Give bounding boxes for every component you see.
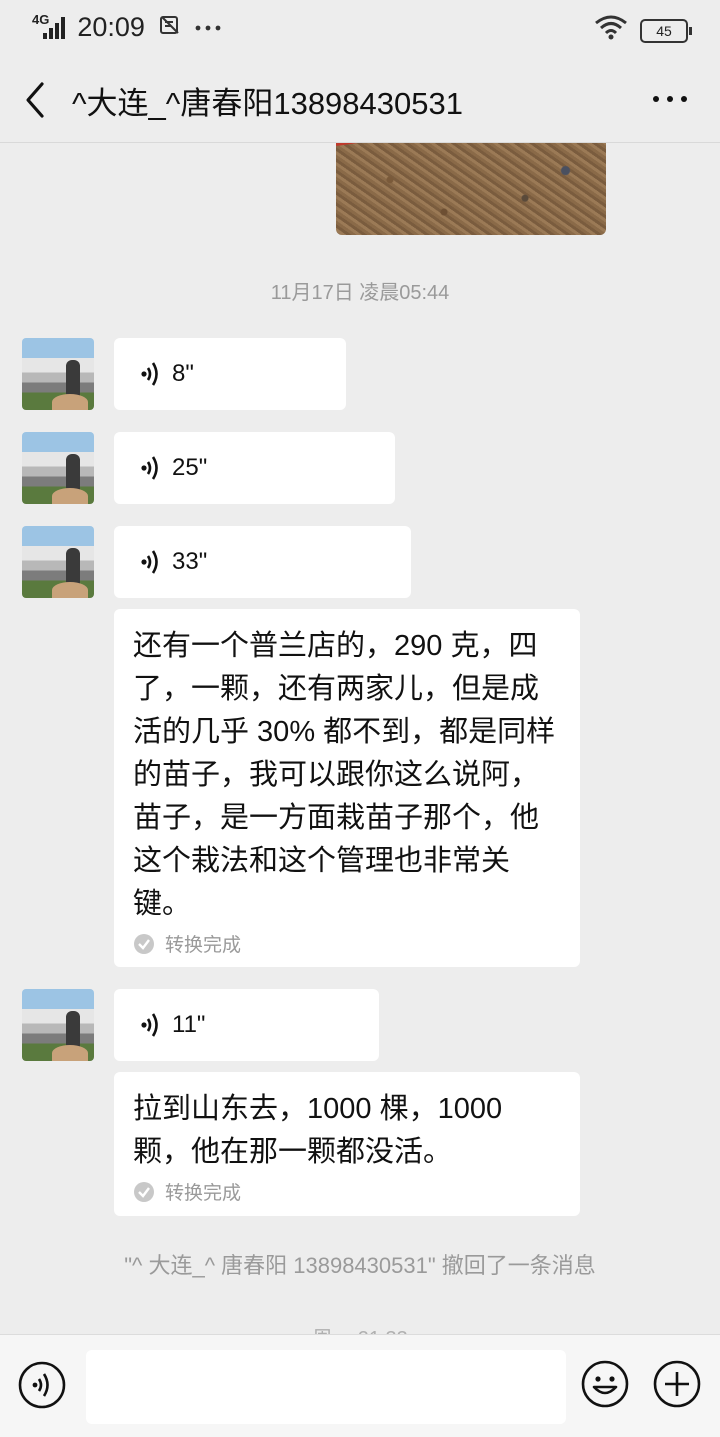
status-bar: 4G 20:09 45 — [0, 0, 720, 58]
voice-duration: 8" — [172, 360, 194, 387]
wifi-icon — [594, 14, 628, 47]
voice-wave-icon — [141, 456, 158, 480]
chat-title: ^大连_^唐春阳13898430531 — [72, 86, 463, 121]
check-circle-icon — [134, 1181, 154, 1202]
avatar[interactable] — [22, 526, 94, 598]
message-input[interactable] — [86, 1350, 566, 1424]
battery-indicator: 45 — [640, 18, 692, 43]
voice-wave-icon — [141, 362, 158, 386]
check-circle-icon — [134, 933, 154, 954]
voice-message[interactable]: 11" — [114, 989, 379, 1061]
more-options-button[interactable] — [650, 84, 690, 114]
voice-wave-icon — [141, 1013, 158, 1037]
chat-timestamp: 11月17日 凌晨05:44 — [270, 282, 450, 304]
more-notifications-icon — [195, 16, 221, 39]
transcription-text: 还有一个普兰店的，290 克，四了，一颗，还有两家儿，但是成活的几乎 30% 都… — [133, 630, 556, 920]
image-message[interactable] — [336, 143, 606, 235]
chat-header: ^大连_^唐春阳13898430531 — [0, 58, 720, 143]
plus-button[interactable] — [652, 1359, 702, 1409]
voice-message[interactable]: 25" — [114, 432, 395, 504]
voice-message[interactable]: 33" — [114, 526, 411, 598]
status-time: 20:09 — [77, 12, 145, 42]
conversion-status: 转换完成 — [133, 930, 562, 957]
voice-duration: 11" — [172, 1011, 206, 1038]
recall-notice: "^ 大连_^ 唐春阳 13898430531" 撤回了一条消息 — [124, 1253, 596, 1278]
voice-message[interactable]: 8" — [114, 338, 346, 410]
input-bar — [0, 1334, 720, 1437]
avatar[interactable] — [22, 338, 94, 410]
voice-duration: 33" — [172, 548, 208, 575]
voice-input-button[interactable] — [18, 1361, 66, 1409]
transcription-text: 拉到山东去，1000 棵，1000 颗，他在那一颗都没活。 — [133, 1093, 503, 1168]
back-button[interactable] — [20, 78, 56, 122]
voice-wave-icon — [141, 550, 158, 574]
voice-transcription[interactable]: 拉到山东去，1000 棵，1000 颗，他在那一颗都没活。 转换完成 — [114, 1072, 580, 1216]
voice-transcription[interactable]: 还有一个普兰店的，290 克，四了，一颗，还有两家儿，但是成活的几乎 30% 都… — [114, 609, 580, 967]
voice-duration: 25" — [172, 454, 208, 481]
conversion-label: 转换完成 — [165, 1183, 242, 1204]
avatar[interactable] — [22, 989, 94, 1061]
avatar[interactable] — [22, 432, 94, 504]
conversion-status: 转换完成 — [133, 1178, 562, 1205]
emoji-button[interactable] — [580, 1359, 630, 1409]
notification-icon — [159, 14, 181, 42]
network-type: 4G — [32, 12, 50, 27]
conversion-label: 转换完成 — [165, 935, 242, 956]
